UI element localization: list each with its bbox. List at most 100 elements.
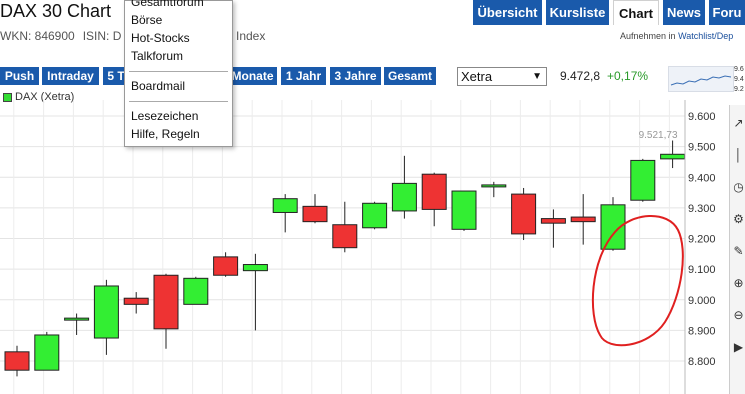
period-1jahr-button[interactable]: 1 Jahr — [281, 67, 326, 85]
wkn-label: WKN: 846900 — [0, 29, 75, 43]
last-value-label: 9.521,73 — [639, 130, 678, 141]
watchlist-link[interactable]: Watchlist/Dep — [678, 31, 733, 41]
menu-item-boardmail[interactable]: Boardmail — [131, 79, 185, 93]
candle-body — [660, 153, 686, 160]
mini-chart-label: 9.2 — [734, 86, 744, 93]
tab-uebersicht[interactable]: Übersicht — [473, 0, 542, 25]
menu-item-gesamtforum[interactable]: Gesamtforum — [131, 0, 204, 9]
candle — [4, 345, 30, 377]
candle — [570, 194, 596, 245]
period-push-button[interactable]: Push — [0, 67, 39, 85]
y-tick-label: 9.400 — [688, 172, 716, 184]
mini-chart-label: 9.4 — [734, 76, 744, 83]
y-tick-label: 9.500 — [688, 142, 716, 154]
candle-body — [332, 224, 358, 249]
exchange-value: Xetra — [461, 69, 493, 84]
zoom-in-icon[interactable]: ⊕ — [731, 273, 745, 293]
clock-icon[interactable]: ◷ — [731, 177, 745, 197]
tab-news[interactable]: News — [663, 0, 705, 25]
candle-body — [570, 216, 596, 223]
candle — [34, 331, 60, 371]
play-icon[interactable]: ▶ — [731, 337, 745, 357]
candle — [660, 140, 686, 169]
mini-chart[interactable] — [668, 66, 734, 92]
candle — [362, 201, 388, 230]
candle — [153, 273, 179, 349]
period-3jahre-button[interactable]: 3 Jahre — [330, 67, 381, 85]
mini-chart-label: 9.6 — [734, 66, 744, 73]
drawing-toolbar: ↗ │ ◷ ⚙ ✎ ⊕ ⊖ ▶ — [729, 105, 745, 394]
candle — [451, 190, 477, 231]
last-price: 9.472,8 — [560, 69, 601, 83]
candle — [272, 194, 298, 233]
zoom-out-icon[interactable]: ⊖ — [731, 305, 745, 325]
isin-label: ISIN: D — [82, 29, 122, 43]
chevron-down-icon: ▼ — [532, 71, 542, 82]
candlestick-chart[interactable]: 9.600 9.500 9.400 9.300 9.200 9.100 9.000 8.900… — [0, 100, 729, 394]
y-tick-label: 9.600 — [688, 111, 716, 123]
candle — [93, 279, 119, 355]
tab-chart[interactable]: Chart — [613, 0, 659, 25]
candle-body — [481, 184, 507, 188]
candle — [391, 155, 417, 219]
candle-body — [93, 285, 119, 339]
forum-dropdown-menu: Gesamtforum Börse Hot-Stocks Talkforum B… — [124, 0, 233, 147]
exchange-select[interactable]: Xetra ▼ — [457, 67, 547, 86]
price-change: +0,17% — [607, 69, 649, 83]
y-tick-label: 9.300 — [688, 203, 716, 215]
y-tick-label: 9.200 — [688, 234, 716, 246]
y-tick-label: 8.900 — [688, 325, 716, 337]
candle — [64, 313, 90, 335]
candle — [481, 181, 507, 198]
watchlist-row: Aufnehmen in Watchlist/Dep — [620, 31, 733, 41]
candle-body — [421, 173, 447, 210]
candle-body — [630, 159, 656, 201]
candle — [213, 252, 239, 277]
tab-forum[interactable]: Foru — [709, 0, 745, 25]
menu-item-hot-stocks[interactable]: Hot-Stocks — [131, 31, 190, 45]
gear-icon[interactable]: ⚙ — [731, 209, 745, 229]
candle — [242, 253, 268, 331]
watchlist-prefix: Aufnehmen in — [620, 31, 676, 41]
candle-body — [64, 317, 90, 321]
period-intraday-button[interactable]: Intraday — [42, 67, 99, 85]
tab-kursliste[interactable]: Kursliste — [546, 0, 609, 25]
candle-body — [302, 205, 328, 223]
menu-item-talkforum[interactable]: Talkforum — [131, 49, 183, 63]
candle — [600, 197, 626, 251]
candle — [540, 209, 566, 248]
candle-body — [123, 297, 149, 305]
menu-separator — [129, 71, 228, 72]
pencil-icon[interactable]: ✎ — [731, 241, 745, 261]
candle — [421, 172, 447, 227]
pointer-icon[interactable]: ↗ — [731, 113, 745, 133]
candle-body — [242, 264, 268, 272]
line-tool-icon[interactable]: │ — [731, 145, 745, 165]
candle-body — [153, 274, 179, 330]
candle — [332, 201, 358, 253]
candle — [302, 194, 328, 224]
menu-item-lesezeichen[interactable]: Lesezeichen — [131, 109, 198, 123]
menu-item-hilfe-regeln[interactable]: Hilfe, Regeln — [131, 127, 200, 141]
candle-body — [362, 202, 388, 229]
page-title: DAX 30 Chart — [0, 1, 112, 21]
candle — [123, 292, 149, 314]
y-tick-label: 9.100 — [688, 264, 716, 276]
candle — [183, 276, 209, 305]
mini-chart-line — [670, 75, 732, 86]
candle-body — [183, 277, 209, 305]
candle-body — [540, 218, 566, 224]
candle — [511, 187, 537, 241]
period-gesamt-button[interactable]: Gesamt — [384, 67, 436, 85]
period-monate-button[interactable]: Monate — [228, 67, 277, 85]
chart-y-axis: 9.600 9.500 9.400 9.300 9.200 9.100 9.000 8.900… — [684, 100, 716, 394]
menu-item-boerse[interactable]: Börse — [131, 13, 162, 27]
menu-separator — [129, 101, 228, 102]
candle-body — [451, 190, 477, 230]
candle-body — [391, 182, 417, 212]
y-tick-label: 9.000 — [688, 295, 716, 307]
candle-body — [511, 193, 537, 235]
candle-body — [213, 256, 239, 276]
instrument-type: Index — [236, 29, 266, 43]
candle-body — [34, 334, 60, 371]
